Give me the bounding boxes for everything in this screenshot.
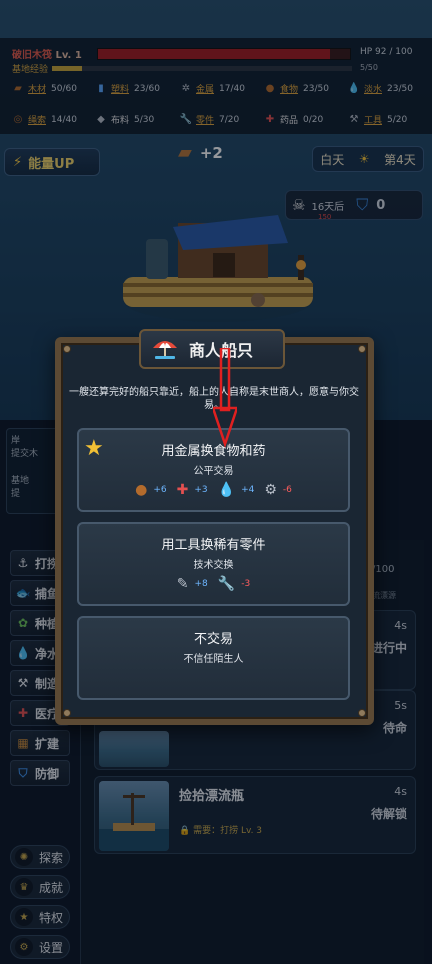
trade-option-tools[interactable]: 用工具换稀有零件 技术交换 ✎ +8 🔧 -3 xyxy=(77,522,350,606)
option-resources: ● +6 ✚ +3 💧 +4 ⚙ -6 xyxy=(135,482,292,498)
water-icon: 💧 xyxy=(217,482,236,498)
trade-option-decline[interactable]: 不交易 不信任陌生人 xyxy=(77,616,350,700)
screw-icon: ✎ xyxy=(176,576,189,592)
wrench-icon: 🔧 xyxy=(217,576,236,592)
option-subtitle: 不信任陌生人 xyxy=(183,654,244,665)
dialog-title-plate: 商人船只 xyxy=(139,329,285,369)
option-subtitle: 公平交易 xyxy=(193,466,234,477)
option-resources: ✎ +8 🔧 -3 xyxy=(176,576,251,592)
option-subtitle: 技术交换 xyxy=(193,560,234,571)
beach-umbrella-icon xyxy=(153,341,177,359)
option-title: 用工具换稀有零件 xyxy=(161,538,266,553)
rivet xyxy=(358,709,366,717)
food-icon: ● xyxy=(135,482,148,498)
medkit-icon: ✚ xyxy=(176,482,189,498)
red-down-arrow-icon xyxy=(213,348,237,448)
rivet xyxy=(358,345,366,353)
gear-icon: ⚙ xyxy=(264,482,277,498)
rivet xyxy=(63,345,71,353)
rivet xyxy=(63,709,71,717)
option-title: 不交易 xyxy=(193,632,233,647)
